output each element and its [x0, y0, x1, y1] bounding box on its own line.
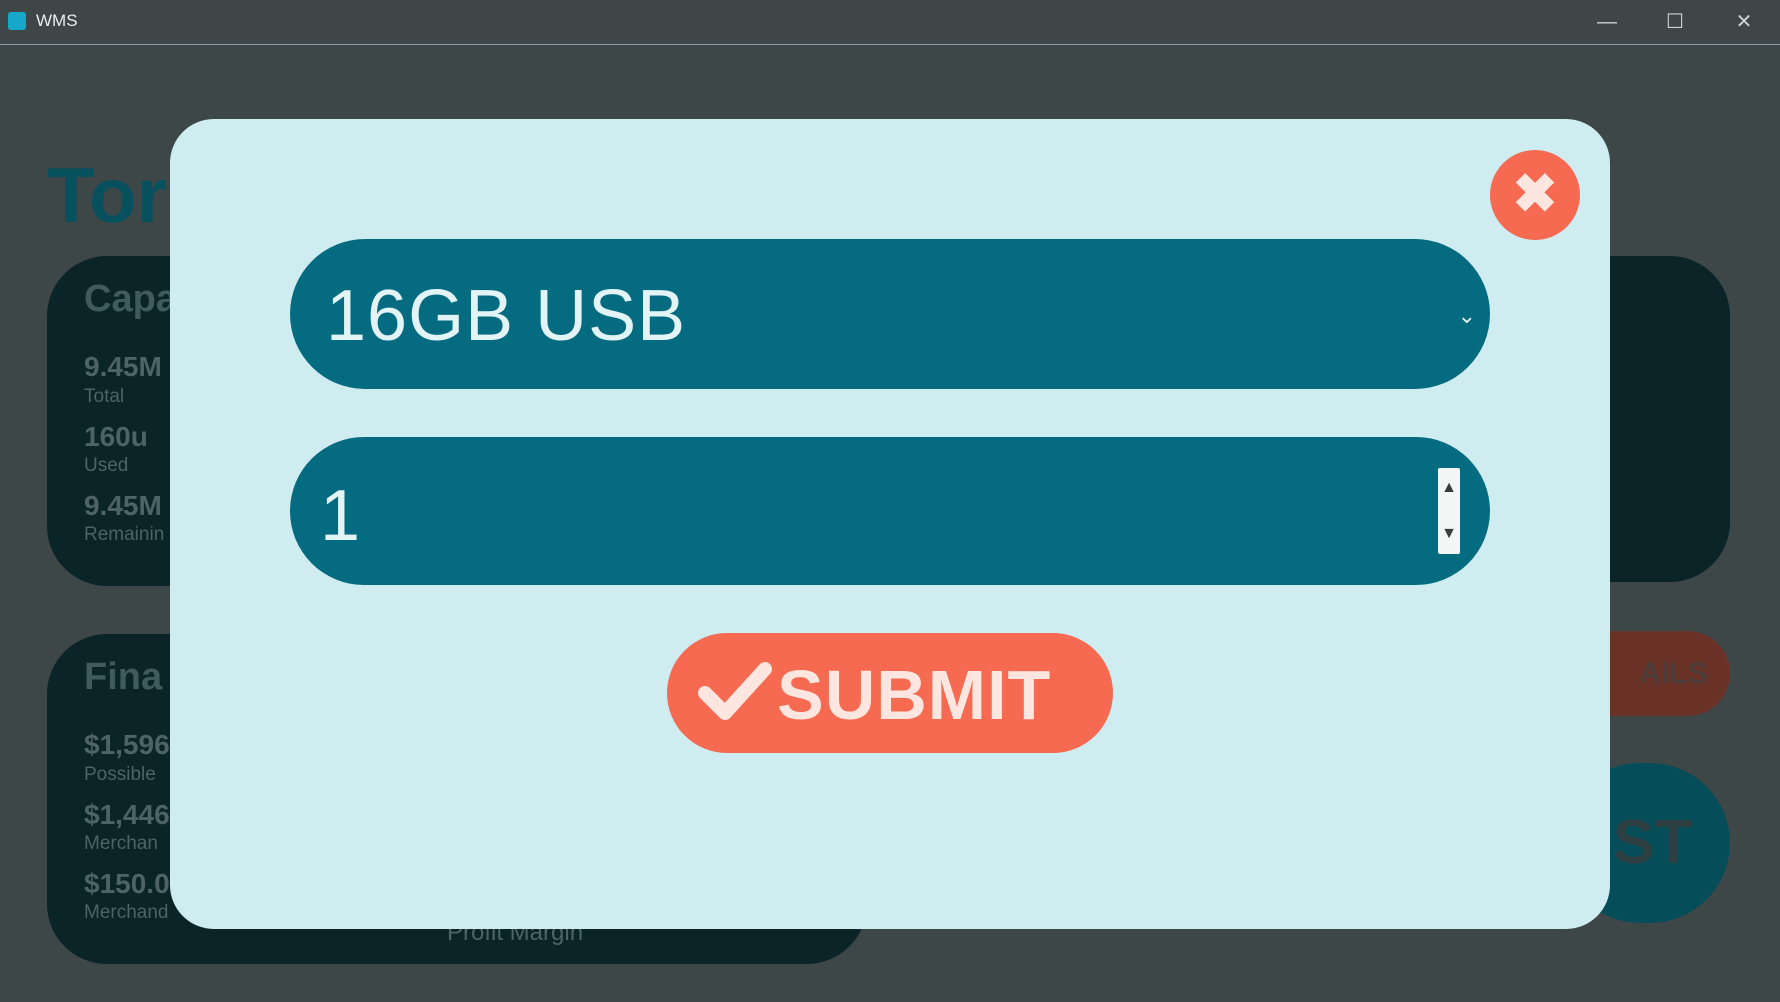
add-item-modal: ✖ 16GB USB ⌄ 1 ▲ ▼ SUBMIT — [170, 119, 1610, 929]
close-icon: ✖ — [1512, 164, 1558, 224]
page-title: Tor — [47, 151, 167, 239]
stat-value: 9.45M — [84, 490, 162, 521]
stat-label: Total — [84, 386, 125, 407]
chevron-down-icon: ⌄ — [1457, 303, 1476, 328]
stat-label: Used — [84, 455, 129, 476]
title-bar: WMS — ☐ ✕ — [0, 0, 1780, 45]
stat-value: $150.0 — [84, 868, 170, 899]
submit-button[interactable]: SUBMIT — [667, 633, 1113, 753]
stat-label: Remainin — [84, 524, 165, 545]
capacity-card-title: Capa — [84, 278, 177, 320]
quantity-input[interactable]: 1 ▲ ▼ — [290, 437, 1490, 585]
close-modal-button[interactable]: ✖ — [1490, 150, 1580, 240]
stat-value: 160u — [84, 421, 148, 452]
maximize-button[interactable]: ☐ — [1655, 8, 1695, 36]
stat-label: Merchand — [84, 902, 169, 923]
check-icon — [698, 662, 772, 720]
stat-label: Merchan — [84, 833, 158, 854]
close-window-button[interactable]: ✕ — [1724, 8, 1764, 36]
stat-value: $1,446 — [84, 799, 170, 830]
app-logo-icon — [8, 12, 26, 30]
product-select[interactable]: 16GB USB ⌄ — [290, 239, 1490, 389]
finance-card-title: Fina — [84, 656, 163, 698]
submit-button-label: SUBMIT — [777, 656, 1052, 734]
stepper-down-icon[interactable]: ▼ — [1438, 511, 1460, 554]
product-select-value: 16GB USB — [326, 276, 687, 356]
stat-value: $1,596 — [84, 729, 170, 760]
stat-label: Possible — [84, 764, 156, 785]
stepper-up-icon[interactable]: ▲ — [1438, 468, 1460, 511]
quantity-stepper[interactable]: ▲ ▼ — [1438, 468, 1460, 554]
quantity-input-value: 1 — [320, 476, 361, 556]
stat-value: 9.45M — [84, 351, 162, 382]
window-title: WMS — [36, 11, 78, 30]
minimize-button[interactable]: — — [1587, 8, 1627, 36]
